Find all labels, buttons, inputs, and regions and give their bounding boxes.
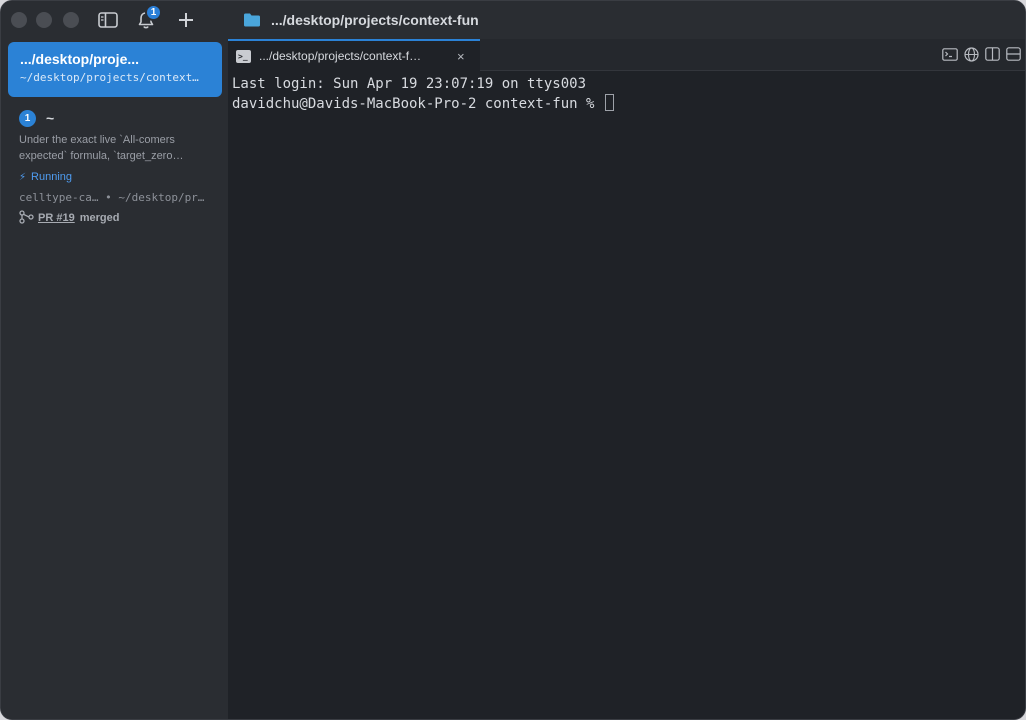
pr-link[interactable]: PR #19	[38, 212, 75, 224]
minimize-window-button[interactable]	[36, 12, 52, 28]
tab-terminal[interactable]: >_ .../desktop/projects/context-f… ×	[228, 39, 480, 71]
notification-badge: 1	[145, 4, 162, 21]
tab-label: .../desktop/projects/context-f…	[259, 49, 422, 63]
workspace-path: ~/desktop/projects/context…	[20, 71, 199, 84]
sidebar: .../desktop/proje... ~/desktop/projects/…	[1, 39, 228, 719]
workspace-item-active[interactable]: .../desktop/proje... ~/desktop/projects/…	[8, 42, 222, 97]
workspace-name: ~	[46, 110, 55, 126]
tab-bar: >_ .../desktop/projects/context-f… ×	[228, 39, 1025, 71]
zoom-window-button[interactable]	[63, 12, 79, 28]
workspace-number-badge: 1	[19, 109, 36, 127]
terminal-icon[interactable]	[942, 46, 958, 62]
close-icon[interactable]: ×	[457, 49, 465, 64]
pr-state: merged	[79, 212, 120, 224]
close-window-button[interactable]	[11, 12, 27, 28]
workspace-item[interactable]: 1 ~ Under the exact live `All-comers exp…	[19, 109, 215, 227]
app-window: 1 .../desktop/projects/context-fun .../d…	[0, 0, 1026, 720]
terminal-cursor	[604, 94, 614, 111]
pull-request-info: PR #19 merged	[19, 209, 215, 227]
tab-bar-actions	[942, 46, 1021, 62]
git-branch-icon	[19, 209, 34, 227]
terminal-prompt-line: davidchu@Davids-MacBook-Pro-2 context-fu…	[232, 94, 1023, 114]
title-bar: 1 .../desktop/projects/context-fun	[1, 1, 1025, 39]
globe-icon[interactable]	[963, 46, 979, 62]
split-vertical-icon[interactable]	[984, 46, 1000, 62]
plus-icon[interactable]	[175, 9, 197, 31]
terminal-line: Last login: Sun Apr 19 23:07:19 on ttys0…	[232, 76, 587, 92]
workspace-title: .../desktop/proje...	[20, 51, 140, 67]
folder-icon	[243, 12, 261, 28]
terminal-prompt: davidchu@Davids-MacBook-Pro-2 context-fu…	[232, 96, 603, 112]
bolt-icon: ⚡︎	[19, 171, 27, 183]
workspace-meta: celltype-ca… • ~/desktop/pr…	[19, 191, 205, 204]
workspace-status: ⚡︎ Running	[19, 168, 215, 186]
workspace-description: Under the exact live `All-comers expecte…	[19, 134, 184, 162]
window-title: .../desktop/projects/context-fun	[271, 12, 479, 28]
status-label: Running	[31, 171, 73, 183]
terminal-pane[interactable]: Last login: Sun Apr 19 23:07:19 on ttys0…	[228, 71, 1025, 719]
terminal-icon: >_	[236, 49, 251, 63]
split-horizontal-icon[interactable]	[1005, 46, 1021, 62]
sidebar-toggle-icon[interactable]	[97, 9, 119, 31]
